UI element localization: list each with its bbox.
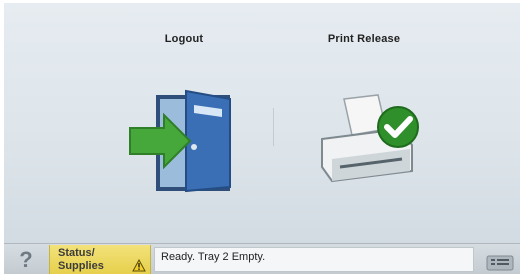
status-supplies-label: Status/ Supplies bbox=[58, 247, 104, 273]
printer-home-screen: Logout Print Release ? Status/ Supplies … bbox=[4, 3, 520, 274]
status-line-2: Supplies bbox=[58, 260, 104, 272]
status-supplies-button[interactable]: Status/ Supplies bbox=[49, 245, 151, 274]
warning-icon bbox=[132, 259, 146, 272]
help-button[interactable]: ? bbox=[4, 244, 48, 274]
status-bar: ? Status/ Supplies Ready. Tray 2 Empty. bbox=[4, 243, 520, 274]
list-menu-icon[interactable] bbox=[484, 252, 516, 274]
logout-label: Logout bbox=[164, 33, 204, 45]
print-release-label: Print Release bbox=[327, 33, 401, 45]
logout-button[interactable]: Logout bbox=[94, 33, 274, 213]
door-exit-icon bbox=[94, 73, 274, 193]
status-message: Ready. Tray 2 Empty. bbox=[154, 247, 474, 272]
print-release-button[interactable]: Print Release bbox=[274, 33, 454, 213]
status-line-1: Status/ bbox=[58, 247, 95, 259]
printer-check-icon bbox=[274, 73, 454, 193]
